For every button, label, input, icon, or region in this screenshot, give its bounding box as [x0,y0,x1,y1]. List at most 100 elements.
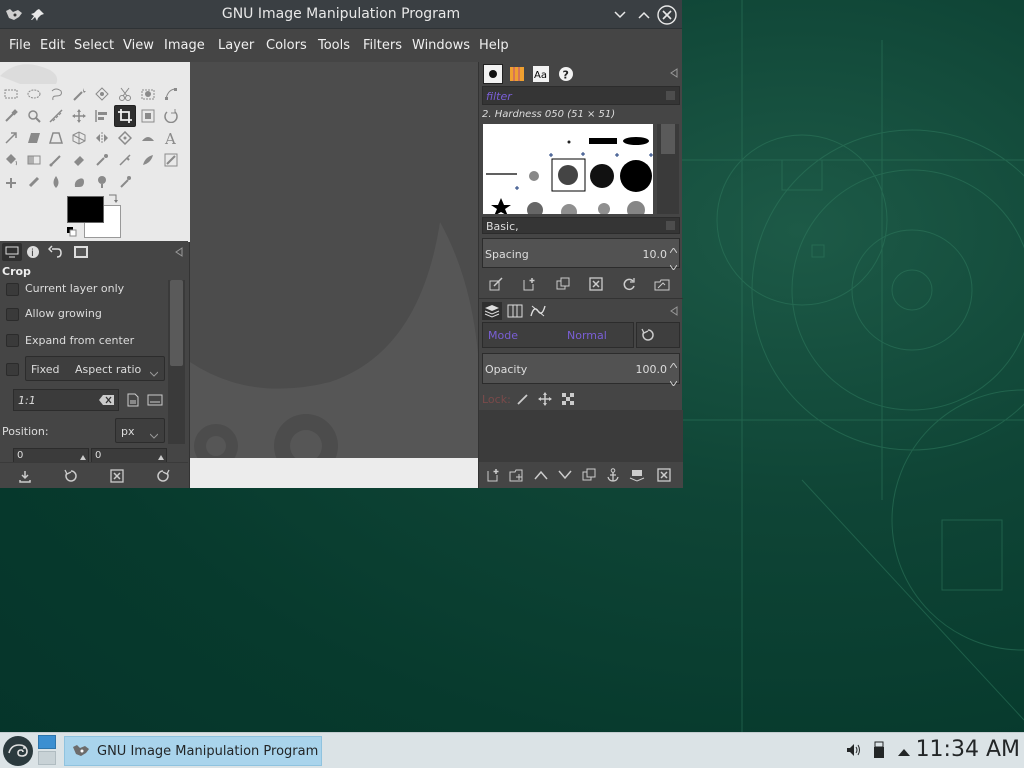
fuzzy-select-icon[interactable] [69,84,89,104]
virtual-desktop-1[interactable] [38,735,56,749]
bucket-fill-icon[interactable] [1,150,21,170]
reset-mode-icon[interactable] [641,328,655,345]
rotate-icon[interactable] [161,106,181,126]
merge-layer-icon[interactable] [628,466,646,484]
virtual-desktop-2[interactable] [38,751,56,765]
paintbrush-icon[interactable] [46,150,66,170]
lower-layer-icon[interactable] [556,466,574,484]
restore-options-icon[interactable] [62,467,80,485]
menu-filters[interactable]: Filters [363,38,402,53]
3d-transform-icon[interactable] [69,128,89,148]
lock-alpha-icon[interactable] [559,390,577,408]
close-button[interactable] [657,5,677,25]
text-tool-icon[interactable]: A [161,128,181,148]
fonts-tab-icon[interactable]: Aa [531,64,551,84]
gradient-icon[interactable] [24,150,44,170]
foreground-color-swatch[interactable] [67,196,104,223]
anchor-layer-icon[interactable] [604,466,622,484]
portrait-icon[interactable] [124,391,142,409]
position-x-input[interactable]: 0 [13,448,89,462]
position-y-input[interactable]: 0 [91,448,167,462]
zoom-icon[interactable] [24,106,44,126]
tool-options-tab-icon[interactable] [2,243,22,261]
aspect-ratio-input[interactable]: 1:1 [13,389,119,411]
device-status-tab-icon[interactable]: i [24,243,42,261]
color-picker-alt-icon[interactable] [115,172,135,192]
clear-tag-icon[interactable] [666,221,675,230]
scale-icon[interactable] [1,128,21,148]
new-brush-icon[interactable] [520,275,538,293]
paths-icon[interactable] [161,84,181,104]
brushes-tab-icon[interactable] [483,64,503,84]
patterns-tab-icon[interactable] [507,64,527,84]
brush-filter-input[interactable]: filter [482,86,680,105]
undo-history-tab-icon[interactable] [46,243,64,261]
warp-transform-icon[interactable] [138,128,158,148]
foreground-select-icon[interactable] [138,84,158,104]
unified-transform-icon[interactable] [138,106,158,126]
spin-up-icon[interactable] [669,242,678,256]
rect-select-icon[interactable] [1,84,21,104]
images-tab-icon[interactable] [72,243,90,261]
brush-tag-input[interactable]: Basic, [482,217,680,234]
new-layer-icon[interactable] [484,466,502,484]
landscape-icon[interactable] [146,391,164,409]
taskbar-gimp-item[interactable]: GNU Image Manipulation Program [64,736,322,766]
swap-colors-icon[interactable] [106,193,120,205]
layer-mode-combo[interactable]: Mode Normal [482,322,634,348]
raise-layer-icon[interactable] [532,466,550,484]
maximize-button[interactable] [634,5,654,25]
ink-icon[interactable] [115,150,135,170]
reset-options-icon[interactable] [154,467,172,485]
usb-device-icon[interactable] [873,741,885,762]
spin-down-icon[interactable] [669,375,678,389]
spin-up-icon[interactable] [669,357,678,371]
dodge-burn-icon[interactable] [92,172,112,192]
paths-tab-icon[interactable] [528,302,548,320]
configure-tab-icon[interactable] [170,243,188,261]
position-unit-combo[interactable]: px [115,418,165,443]
shear-icon[interactable] [24,128,44,148]
smudge-icon[interactable] [69,172,89,192]
clear-filter-icon[interactable] [666,91,675,100]
new-layer-group-icon[interactable] [508,466,526,484]
mode-switch-combo[interactable] [636,322,680,348]
menu-layer[interactable]: Layer [218,38,254,53]
fixed-checkbox[interactable] [6,363,19,376]
color-select-icon[interactable] [92,84,112,104]
mypaint-brush-icon[interactable] [138,150,158,170]
menu-image[interactable]: Image [164,38,205,53]
minimize-button[interactable] [610,5,630,25]
lasso-icon[interactable] [46,84,66,104]
menu-view[interactable]: View [123,38,154,53]
configure-tab-icon[interactable] [665,64,683,82]
layers-list[interactable] [479,410,683,462]
tool-options-scrollbar[interactable] [168,280,185,444]
flip-icon[interactable] [92,128,112,148]
configure-tab-icon[interactable] [665,302,683,320]
image-canvas[interactable] [190,62,478,458]
scrollbar-thumb[interactable] [170,280,183,366]
perspective-icon[interactable] [46,128,66,148]
spacing-slider[interactable]: Spacing 10.0 [482,238,680,271]
lock-pixels-icon[interactable] [514,390,532,408]
duplicate-brush-icon[interactable] [554,275,572,293]
perspective-clone-icon[interactable] [24,172,44,192]
tray-expand-icon[interactable] [898,745,910,759]
delete-brush-icon[interactable] [587,275,605,293]
airbrush-icon[interactable] [92,150,112,170]
clear-input-icon[interactable] [99,394,115,409]
save-options-icon[interactable] [16,467,34,485]
align-icon[interactable] [92,106,112,126]
move-icon[interactable] [69,106,89,126]
brush-grid-scrollbar[interactable] [657,124,679,214]
clock[interactable]: 11:34 AM [916,737,1020,762]
clone-icon[interactable] [161,150,181,170]
menu-help[interactable]: Help [479,38,509,53]
spin-down-icon[interactable] [669,259,678,273]
reset-colors-icon[interactable] [66,226,78,238]
menu-select[interactable]: Select [74,38,114,53]
opacity-slider[interactable]: Opacity 100.0 [482,353,680,387]
cage-transform-icon[interactable] [115,128,135,148]
measure-icon[interactable] [46,106,66,126]
